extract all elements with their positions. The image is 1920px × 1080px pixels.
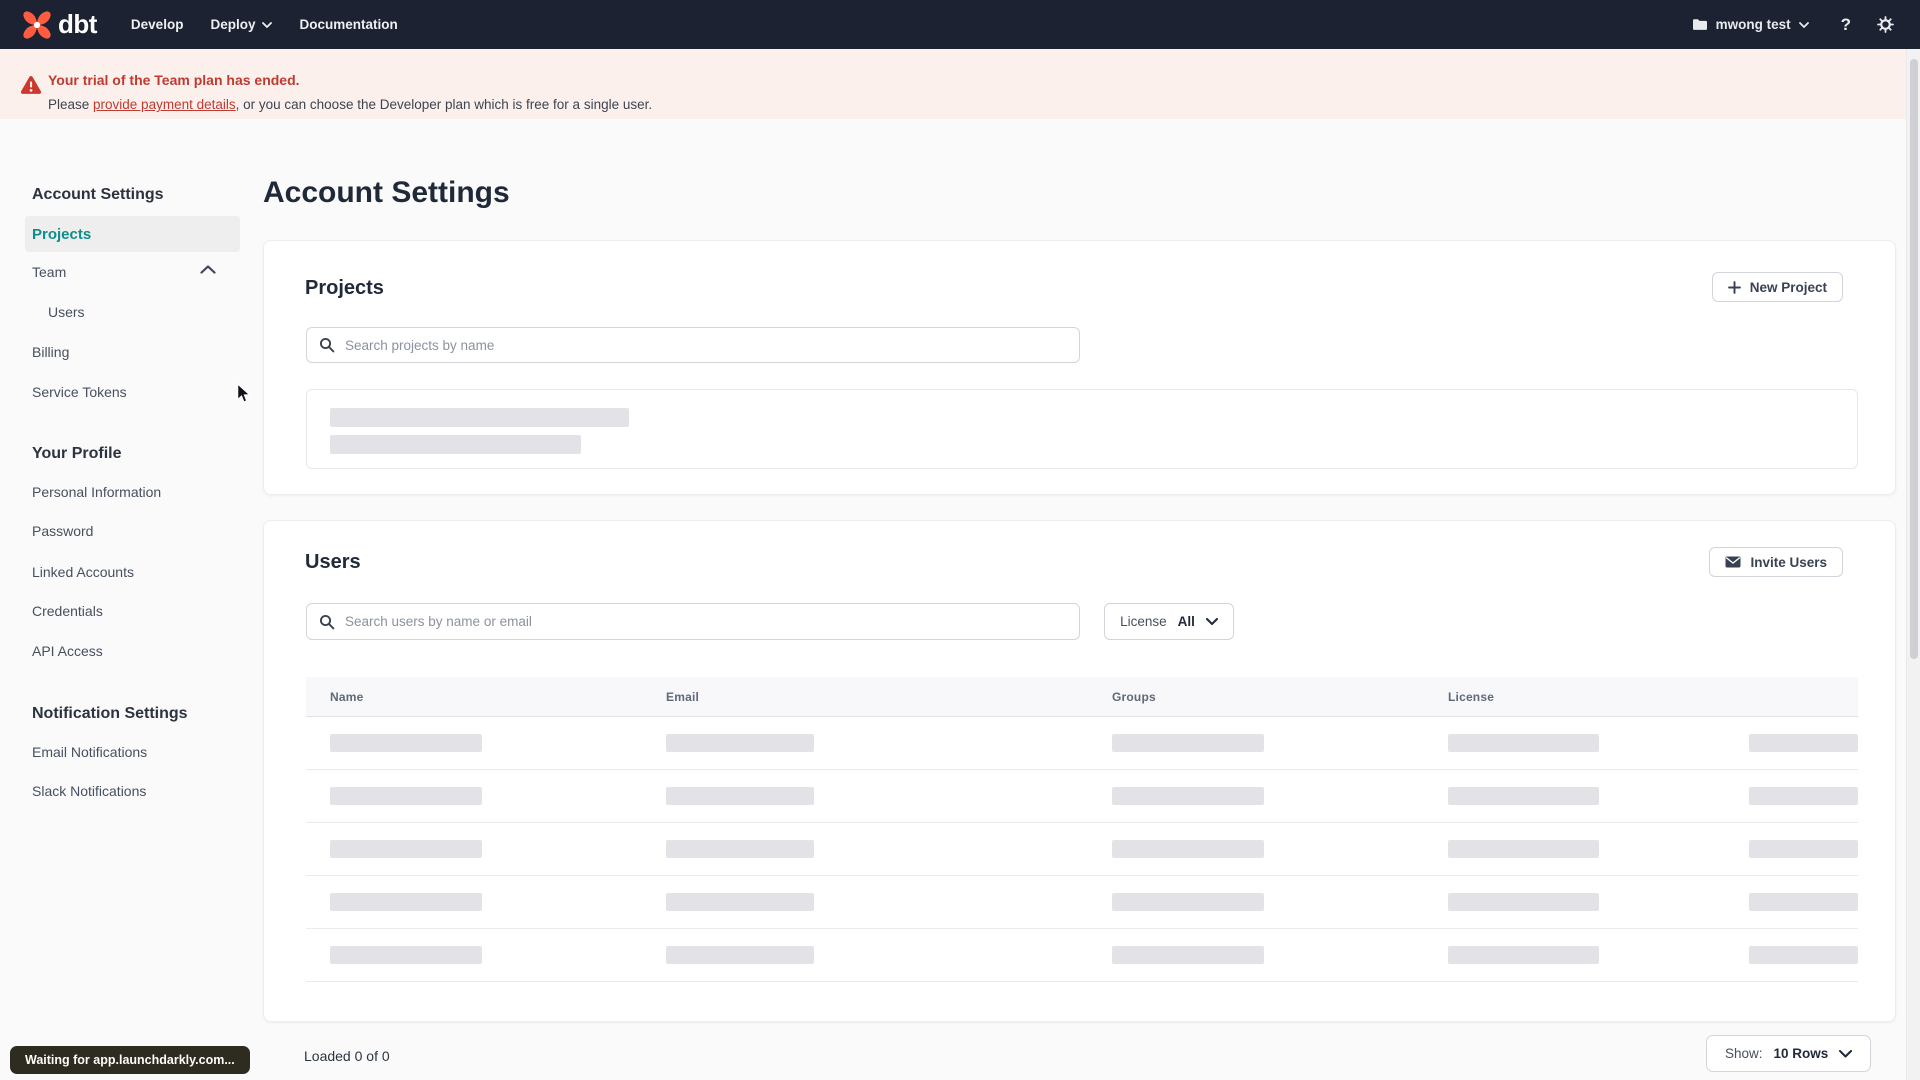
browser-status-tooltip: Waiting for app.launchdarkly.com... <box>10 1046 250 1074</box>
sidebar-header-notification-settings: Notification Settings <box>32 705 188 722</box>
dbt-logo[interactable]: dbt <box>22 9 97 40</box>
skeleton-bar <box>1749 946 1858 964</box>
projects-card-title: Projects <box>305 277 384 299</box>
nav-right-cluster: mwong test ? <box>1692 15 1894 35</box>
sidebar-header-your-profile: Your Profile <box>32 445 122 462</box>
projects-loading-skeleton <box>306 389 1858 469</box>
projects-search-input[interactable] <box>306 327 1080 363</box>
skeleton-bar <box>1749 840 1858 858</box>
chevron-down-icon <box>1839 1049 1853 1058</box>
skeleton-bar <box>1749 734 1858 752</box>
sidebar-item-billing[interactable]: Billing <box>32 337 69 367</box>
skeleton-bar <box>1112 840 1264 858</box>
skeleton-bar <box>330 893 482 911</box>
table-row-skeleton <box>306 823 1858 876</box>
skeleton-bar <box>666 946 814 964</box>
skeleton-bar <box>1112 734 1264 752</box>
skeleton-bar <box>1448 893 1599 911</box>
settings-sidebar: Account Settings Projects Team Users Bil… <box>0 0 263 1080</box>
skeleton-bar <box>330 435 581 454</box>
vertical-scrollbar <box>1906 49 1920 1080</box>
table-row-skeleton <box>306 929 1858 982</box>
loaded-count-text: Loaded 0 of 0 <box>304 1048 390 1064</box>
column-header-groups: Groups <box>1112 690 1156 704</box>
column-header-email: Email <box>666 690 700 704</box>
chevron-down-icon <box>1205 618 1218 625</box>
users-search-input[interactable] <box>306 603 1080 640</box>
column-header-license: License <box>1448 690 1495 704</box>
sidebar-item-slack-notifications[interactable]: Slack Notifications <box>32 776 146 806</box>
sidebar-header-account-settings: Account Settings <box>32 186 164 203</box>
table-row-skeleton <box>306 717 1858 770</box>
skeleton-bar <box>1448 734 1599 752</box>
skeleton-bar <box>330 408 629 427</box>
sidebar-item-personal-information[interactable]: Personal Information <box>32 477 161 507</box>
skeleton-bar <box>330 840 482 858</box>
rows-per-page-dropdown[interactable]: Show: 10 Rows <box>1706 1035 1872 1072</box>
dbt-cloud-account-settings-screen: dbt Develop Deploy Documentation mwong t… <box>0 0 1920 1080</box>
scrollbar-thumb[interactable] <box>1910 59 1918 659</box>
gear-icon[interactable] <box>1877 16 1894 33</box>
folder-icon <box>1692 18 1708 31</box>
nav-item-documentation[interactable]: Documentation <box>299 17 397 32</box>
users-card: Users Invite Users License All Name Emai… <box>263 520 1896 1022</box>
sidebar-item-service-tokens[interactable]: Service Tokens <box>32 377 127 407</box>
users-search <box>306 603 1080 640</box>
skeleton-bar <box>1112 946 1264 964</box>
nav-item-deploy[interactable]: Deploy <box>210 17 273 32</box>
skeleton-bar <box>1448 787 1599 805</box>
sidebar-item-users[interactable]: Users <box>48 297 85 327</box>
primary-nav: Develop Deploy Documentation <box>131 17 398 32</box>
users-table-header: Name Email Groups License <box>306 677 1858 717</box>
skeleton-bar <box>666 893 814 911</box>
users-table: Name Email Groups License <box>306 677 1858 982</box>
skeleton-bar <box>666 787 814 805</box>
skeleton-bar <box>330 787 482 805</box>
sidebar-item-projects[interactable]: Projects <box>25 216 240 252</box>
search-icon <box>319 337 335 353</box>
plus-icon <box>1727 280 1741 294</box>
skeleton-bar <box>1112 787 1264 805</box>
sidebar-item-team[interactable]: Team <box>32 257 66 287</box>
table-row-skeleton <box>306 876 1858 929</box>
skeleton-bar <box>1112 893 1264 911</box>
skeleton-bar <box>666 734 814 752</box>
sidebar-item-api-access[interactable]: API Access <box>32 636 103 666</box>
new-project-button[interactable]: New Project <box>1711 272 1843 302</box>
skeleton-bar <box>1448 946 1599 964</box>
sidebar-item-email-notifications[interactable]: Email Notifications <box>32 737 147 767</box>
license-filter-dropdown[interactable]: License All <box>1104 603 1234 640</box>
invite-users-button[interactable]: Invite Users <box>1709 547 1843 577</box>
table-row-skeleton <box>306 770 1858 823</box>
chevron-down-icon <box>262 21 273 28</box>
nav-item-develop[interactable]: Develop <box>131 17 184 32</box>
column-header-name: Name <box>330 690 364 704</box>
chevron-up-icon[interactable] <box>200 265 216 274</box>
envelope-icon <box>1725 556 1741 568</box>
skeleton-bar <box>330 946 482 964</box>
projects-search <box>306 327 1080 363</box>
sidebar-item-linked-accounts[interactable]: Linked Accounts <box>32 557 134 587</box>
skeleton-bar <box>330 734 482 752</box>
trial-ended-banner: Your trial of the Team plan has ended. P… <box>0 49 1920 119</box>
search-icon <box>319 614 335 630</box>
page-title: Account Settings <box>263 176 510 209</box>
sidebar-item-credentials[interactable]: Credentials <box>32 596 103 626</box>
chevron-down-icon <box>1798 21 1809 28</box>
account-name: mwong test <box>1715 17 1791 32</box>
skeleton-bar <box>1749 787 1858 805</box>
dbt-logo-text: dbt <box>58 9 97 39</box>
sidebar-item-password[interactable]: Password <box>32 516 93 546</box>
skeleton-bar <box>1448 840 1599 858</box>
skeleton-bar <box>666 840 814 858</box>
top-nav-bar: dbt Develop Deploy Documentation mwong t… <box>0 0 1920 49</box>
skeleton-bar <box>1749 893 1858 911</box>
projects-card: Projects New Project <box>263 240 1896 495</box>
account-switcher[interactable]: mwong test <box>1692 17 1809 32</box>
help-icon[interactable]: ? <box>1841 15 1851 35</box>
users-card-title: Users <box>305 551 361 573</box>
dbt-logo-icon <box>22 10 52 40</box>
